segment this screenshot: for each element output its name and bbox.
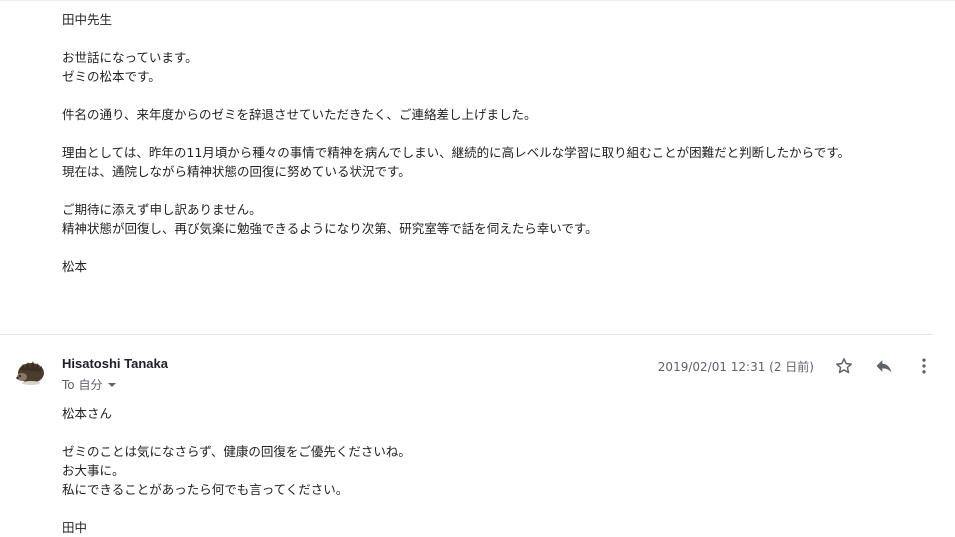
body-line (62, 238, 942, 257)
body-line (62, 181, 942, 200)
message-date: 2019/02/01 12:31 (2 日前) (657, 360, 814, 374)
body-line (62, 423, 922, 442)
reply-icon (876, 360, 892, 373)
body-line (62, 86, 942, 105)
message-body-1: 田中先生 お世話になっています。 ゼミの松本です。 件名の通り、来年度からのゼミ… (62, 10, 942, 276)
body-line: 松本 (62, 259, 88, 274)
body-line: ご期待に添えず申し訳ありません。 (62, 202, 262, 217)
star-icon (836, 358, 852, 374)
body-line: 田中 (62, 520, 88, 535)
body-line: 精神状態が回復し、再び気楽に勉強できるようになり次第、研究室等で話を伺えたら幸い… (62, 221, 598, 236)
caret-down-icon (108, 382, 117, 387)
message-body-2: 松本さん ゼミのことは気になさらず、健康の回復をご優先くださいね。 お大事に。 … (62, 404, 922, 537)
body-line: ゼミのことは気になさらず、健康の回復をご優先くださいね。 (62, 444, 411, 459)
star-button[interactable] (832, 354, 856, 378)
more-vert-icon (922, 358, 926, 374)
body-line: お大事に。 (62, 463, 125, 478)
body-line: ゼミの松本です。 (62, 69, 161, 84)
recipient-details-toggle[interactable]: To 自分 (62, 376, 117, 393)
body-line: 現在は、通院しながら精神状態の回復に努めている状況です。 (62, 164, 411, 179)
more-options-button[interactable] (912, 354, 936, 378)
body-line: 田中先生 (62, 12, 113, 27)
body-line (62, 499, 922, 518)
body-line: 理由としては、昨年の11月頃から種々の事情で精神を病んでしまい、継続的に高レベル… (62, 145, 851, 160)
body-line: 件名の通り、来年度からのゼミを辞退させていただきたく、ご連絡差し上げました。 (62, 107, 537, 122)
body-line (62, 124, 942, 143)
body-line: 私にできることがあったら何でも言ってください。 (62, 482, 349, 497)
top-divider (0, 0, 955, 1)
body-line: お世話になっています。 (62, 50, 198, 65)
message-divider (0, 334, 933, 335)
reply-button[interactable] (872, 354, 896, 378)
sender-name: Hisatoshi Tanaka (62, 356, 168, 371)
body-line: 松本さん (62, 406, 113, 421)
hedgehog-avatar[interactable] (14, 356, 46, 388)
body-line (62, 29, 942, 48)
recipient-label: To 自分 (62, 378, 103, 392)
